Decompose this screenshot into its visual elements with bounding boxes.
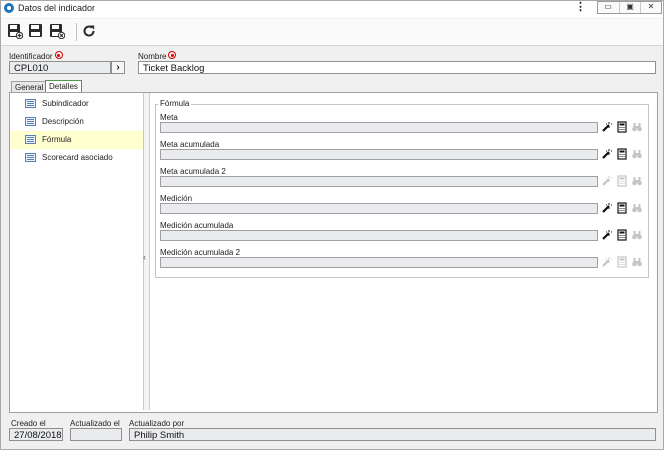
- document-icon: [25, 99, 36, 108]
- binoculars-icon: [632, 177, 642, 186]
- binoculars-icon: [632, 150, 642, 159]
- identificador-field[interactable]: CPL010: [9, 61, 111, 74]
- formula-input-meta-acumulada[interactable]: [160, 149, 598, 160]
- calculator-button: [616, 256, 628, 268]
- nav-item-label: Descripción: [42, 117, 84, 126]
- formula-input-medicion-acumulada[interactable]: [160, 230, 598, 241]
- identificador-label-text: Identificador: [9, 52, 53, 61]
- nav-item-label: Scorecard asociado: [42, 153, 113, 162]
- nombre-label-text: Nombre: [138, 52, 167, 61]
- chevron-right-icon: ›: [116, 62, 120, 73]
- nombre-input[interactable]: Ticket Backlog: [138, 61, 656, 74]
- wand-icon: [602, 176, 612, 186]
- identificador-select-button[interactable]: ›: [111, 61, 125, 74]
- binoculars-button: [631, 256, 643, 268]
- formula-input-meta-acumulada-2: [160, 176, 598, 187]
- formula-input-meta[interactable]: [160, 122, 598, 133]
- field-label-medicion: Medición: [160, 194, 193, 203]
- calculator-button[interactable]: [616, 229, 628, 241]
- formula-input-medicion-acumulada-2: [160, 257, 598, 268]
- calculator-button[interactable]: [616, 148, 628, 160]
- nav-item-descripcion[interactable]: Descripción: [10, 113, 143, 131]
- binoculars-button: [631, 202, 643, 214]
- binoculars-button: [631, 175, 643, 187]
- required-icon: [168, 51, 177, 59]
- wand-icon: [602, 122, 612, 132]
- wand-icon: [602, 149, 612, 159]
- save-and-close-icon: [50, 24, 66, 40]
- wand-button: [601, 175, 613, 187]
- actualizado-por-field: Philip Smith: [129, 428, 656, 441]
- binoculars-icon: [632, 231, 642, 240]
- calculator-icon: [617, 148, 627, 160]
- binoculars-icon: [632, 123, 642, 132]
- binoculars-icon: [632, 204, 642, 213]
- field-label-meta: Meta: [160, 113, 178, 122]
- collapse-pane-icon[interactable]: ‹: [143, 252, 146, 262]
- field-label-meta-acumulada-2: Meta acumulada 2: [160, 167, 226, 176]
- field-label-medicion-acumulada-2: Medición acumulada 2: [160, 248, 241, 257]
- more-options-icon[interactable]: ⋮: [575, 2, 586, 13]
- binoculars-button: [631, 148, 643, 160]
- calculator-button: [616, 175, 628, 187]
- save-and-close-button[interactable]: [49, 23, 66, 40]
- calculator-icon: [617, 202, 627, 214]
- window-title: Datos del indicador: [18, 3, 96, 13]
- title-bar: [1, 1, 663, 18]
- refresh-icon: [83, 25, 95, 37]
- save-and-new-button[interactable]: [7, 23, 24, 40]
- app-logo-icon: [4, 3, 14, 13]
- window-controls: ▭ ▣ ✕: [597, 1, 662, 14]
- nav-item-label: Fórmula: [42, 135, 72, 144]
- binoculars-icon: [632, 258, 642, 267]
- minimize-button[interactable]: ▭: [598, 2, 618, 13]
- calculator-icon: [617, 175, 627, 187]
- close-button[interactable]: ✕: [640, 2, 661, 13]
- refresh-button[interactable]: [81, 23, 97, 39]
- document-icon: [25, 135, 36, 144]
- creado-label: Creado el: [11, 419, 46, 428]
- calculator-button[interactable]: [616, 121, 628, 133]
- wand-icon: [602, 230, 612, 240]
- wand-button[interactable]: [601, 148, 613, 160]
- nombre-label: Nombre: [138, 51, 177, 61]
- nav-item-formula[interactable]: Fórmula: [10, 131, 143, 149]
- field-label-medicion-acumulada: Medición acumulada: [160, 221, 234, 230]
- wand-button[interactable]: [601, 121, 613, 133]
- field-label-meta-acumulada: Meta acumulada: [160, 140, 220, 149]
- toolbar-separator: [76, 23, 77, 41]
- actualizado-label: Actualizado el: [70, 419, 120, 428]
- nav-item-label: Subindicador: [42, 99, 89, 108]
- toolbar: [1, 19, 663, 46]
- formula-input-medicion[interactable]: [160, 203, 598, 214]
- document-icon: [25, 117, 36, 126]
- formula-legend: Fórmula: [158, 99, 192, 108]
- wand-button[interactable]: [601, 202, 613, 214]
- binoculars-button: [631, 121, 643, 133]
- save-and-new-icon: [8, 24, 24, 40]
- wand-icon: [602, 257, 612, 267]
- calculator-button[interactable]: [616, 202, 628, 214]
- calculator-icon: [617, 121, 627, 133]
- required-icon: [54, 51, 63, 59]
- save-icon: [29, 24, 42, 37]
- wand-button[interactable]: [601, 229, 613, 241]
- creado-field: 27/08/2018: [9, 428, 63, 441]
- binoculars-button: [631, 229, 643, 241]
- restore-button[interactable]: ▣: [619, 2, 640, 13]
- calculator-icon: [617, 229, 627, 241]
- identificador-label: Identificador: [9, 51, 63, 61]
- nav-item-subindicador[interactable]: Subindicador: [10, 95, 143, 113]
- save-button[interactable]: [28, 23, 44, 39]
- actualizado-por-label: Actualizado por: [129, 419, 185, 428]
- calculator-icon: [617, 256, 627, 268]
- detail-nav: Subindicador Descripción Fórmula Scoreca…: [10, 93, 144, 410]
- document-icon: [25, 153, 36, 162]
- wand-button: [601, 256, 613, 268]
- nav-item-scorecard-asociado[interactable]: Scorecard asociado: [10, 149, 143, 167]
- actualizado-field: [70, 428, 122, 441]
- wand-icon: [602, 203, 612, 213]
